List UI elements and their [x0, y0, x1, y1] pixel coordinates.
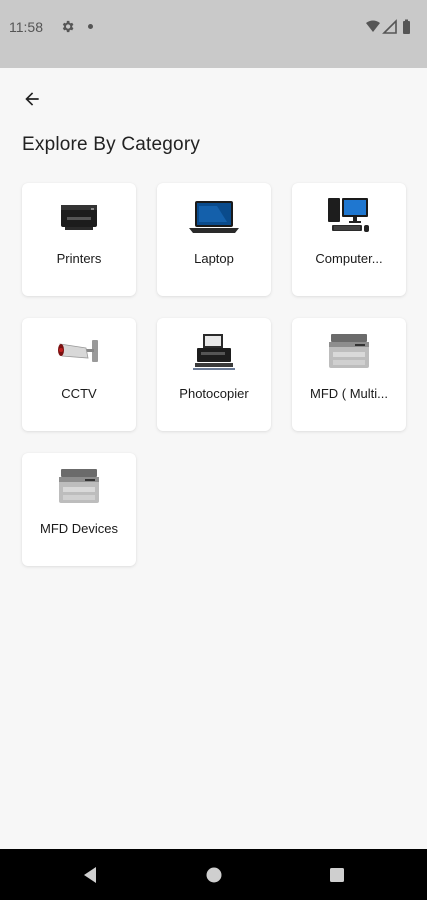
status-time: 11:58 — [9, 19, 43, 35]
category-card-mfd-devices[interactable]: MFD Devices — [22, 453, 136, 566]
nav-recents-icon[interactable] — [326, 864, 348, 886]
photocopier-icon — [186, 330, 242, 374]
category-label: Photocopier — [179, 386, 249, 401]
category-card-laptop[interactable]: Laptop — [157, 183, 271, 296]
category-label: MFD ( Multi... — [310, 386, 388, 401]
signal-icon — [382, 19, 397, 34]
notification-dot-icon — [88, 24, 93, 29]
category-card-computer[interactable]: Computer... — [292, 183, 406, 296]
arrow-left-icon — [25, 92, 39, 106]
system-nav-bar — [0, 849, 427, 900]
category-card-photocopier[interactable]: Photocopier — [157, 318, 271, 431]
category-label: MFD Devices — [39, 521, 118, 536]
category-label: Laptop — [194, 251, 234, 266]
category-card-printers[interactable]: Printers — [22, 183, 136, 296]
category-label: Printers — [56, 251, 102, 266]
category-label: Computer... — [315, 251, 383, 266]
battery-icon — [403, 21, 410, 34]
cctv-camera-icon — [51, 330, 107, 374]
mfd-printer-icon — [51, 465, 107, 509]
mfd-printer-icon — [321, 330, 377, 374]
settings-gear-icon — [62, 20, 74, 33]
nav-home-icon[interactable] — [203, 864, 225, 886]
printer-icon — [51, 195, 107, 239]
status-bar: 11:58 — [0, 0, 427, 68]
wifi-icon — [366, 20, 380, 32]
status-icons — [366, 19, 410, 34]
page-title: Explore By Category — [22, 134, 201, 155]
category-card-mfd-multi[interactable]: MFD ( Multi... — [292, 318, 406, 431]
desktop-computer-icon — [321, 195, 377, 239]
nav-back-icon[interactable] — [79, 864, 101, 886]
back-button[interactable] — [18, 85, 46, 113]
category-label: CCTV — [61, 386, 97, 401]
laptop-icon — [186, 195, 242, 239]
category-card-cctv[interactable]: CCTV — [22, 318, 136, 431]
